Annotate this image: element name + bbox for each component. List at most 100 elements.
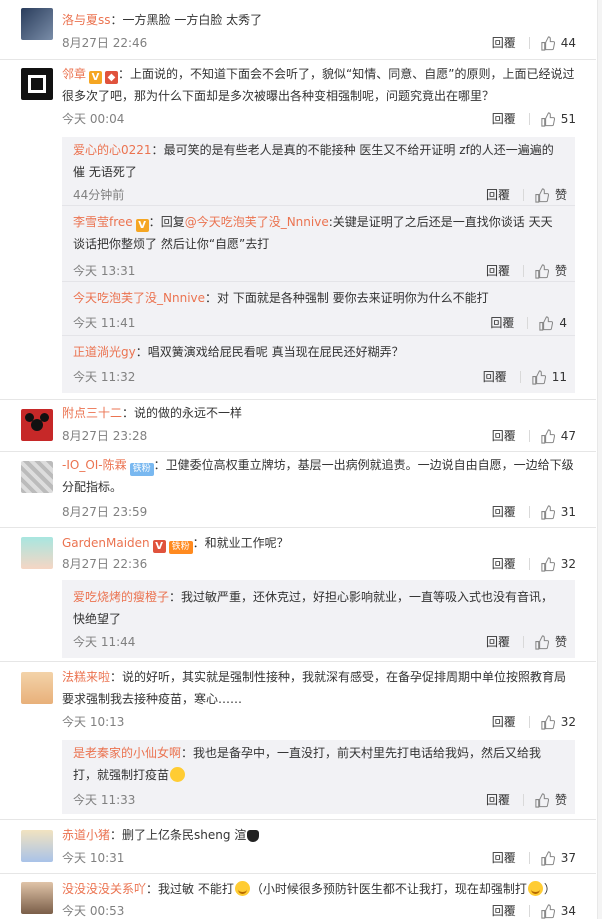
reply-actions: 回覆 赞 (486, 634, 567, 650)
username-link[interactable]: 是老秦家的小仙女啊 (73, 746, 181, 760)
fan-badge: 铁粉 (168, 541, 193, 554)
reply-actions: 回覆 4 (490, 315, 567, 331)
reply-button[interactable]: 回覆 (492, 850, 516, 866)
username-link[interactable]: 正道淌光gy (73, 345, 136, 359)
username-link[interactable]: 李雪莹free (73, 215, 133, 229)
avatar[interactable] (21, 409, 53, 441)
like-button[interactable]: 11 (531, 369, 567, 385)
comment-feed: 洛与夏ss：一方黑脸 一方白脸 太秀了 8月27日 22:46 回覆 44 邻章… (0, 0, 602, 919)
like-button[interactable]: 51 (540, 111, 576, 127)
avatar[interactable] (21, 8, 53, 40)
divider (528, 716, 530, 728)
comment-item: 赤道小猪：删了上亿条民sheng 渲 今天 10:31 回覆 37 (0, 820, 596, 874)
like-count: 34 (560, 904, 576, 918)
reply-button[interactable]: 回覆 (492, 111, 516, 127)
comment-actions: 回覆 32 (492, 556, 576, 572)
like-button[interactable]: 31 (540, 504, 576, 520)
reply-button[interactable]: 回覆 (492, 428, 516, 444)
avatar[interactable] (21, 830, 53, 862)
scrollbar[interactable] (597, 0, 602, 919)
like-button[interactable]: 赞 (534, 792, 567, 808)
comment-body: 没没没没关系吖：我过敏 不能打 （小时候很多预防针医生都不让我打，现在却强制打） (62, 881, 556, 896)
like-count: 赞 (554, 635, 567, 649)
like-button[interactable]: 4 (538, 315, 567, 331)
thumbs-up-icon (535, 263, 549, 279)
reply-body: 是老秦家的小仙女啊：我也是备孕中，一直没打，前天村里先打电话给我妈，然后又给我打… (73, 746, 542, 782)
reply-button[interactable]: 回覆 (486, 263, 510, 279)
username-link[interactable]: 邻章 (62, 67, 86, 81)
reply-button[interactable]: 回覆 (483, 369, 507, 385)
comment-actions: 回覆 31 (492, 504, 576, 520)
reply-button[interactable]: 回覆 (486, 187, 510, 203)
timestamp: 8月27日 23:28 (62, 429, 148, 443)
like-button[interactable]: 47 (540, 428, 576, 444)
username-link[interactable]: 法糕来啦 (62, 670, 110, 684)
timestamp: 8月27日 23:59 (62, 505, 148, 519)
like-button[interactable]: 34 (540, 903, 576, 919)
username-link[interactable]: 附点三十二 (62, 406, 122, 420)
thumbs-up-icon (541, 35, 555, 51)
reply-actions: 回覆 赞 (486, 792, 567, 808)
username-link[interactable]: 爱吃烧烤的瘦橙子 (73, 590, 169, 604)
reply-button[interactable]: 回覆 (492, 714, 516, 730)
like-button[interactable]: 赞 (534, 634, 567, 650)
thumbs-up-icon (541, 903, 555, 919)
reply-actions: 回覆 赞 (486, 187, 567, 203)
like-button[interactable]: 赞 (534, 187, 567, 203)
reply-body: 正道淌光gy：唱双簧演戏给屁民看呢 真当现在屁民还好糊弄？ (73, 345, 404, 359)
timestamp: 今天 11:41 (73, 316, 136, 330)
reply-list: 爱吃烧烤的瘦橙子：我过敏严重，还休克过，好担心影响就业，一直等吸入式也没有音讯，… (62, 580, 575, 658)
reply-button[interactable]: 回覆 (492, 35, 516, 51)
like-count: 赞 (554, 264, 567, 278)
mention-link[interactable]: @今天吃泡芙了没_Nnnive (185, 215, 329, 229)
reply-button[interactable]: 回覆 (486, 792, 510, 808)
reply-body: 爱心的心0221：最可笑的是有些老人是真的不能接种 医生又不给开证明 zf的人还… (73, 143, 554, 179)
username-link[interactable]: 赤道小猪 (62, 828, 110, 842)
avatar[interactable] (21, 461, 53, 493)
like-button[interactable]: 赞 (534, 263, 567, 279)
timestamp: 今天 13:31 (73, 264, 136, 278)
like-button[interactable]: 32 (540, 556, 576, 572)
username-link[interactable]: GardenMaiden (62, 536, 150, 550)
reply-button[interactable]: 回覆 (486, 634, 510, 650)
divider (522, 794, 524, 806)
verified-badge: V (89, 71, 103, 84)
thumbs-up-icon (541, 111, 555, 127)
reply-button[interactable]: 回覆 (492, 903, 516, 919)
reply-item: 爱心的心0221：最可笑的是有些老人是真的不能接种 医生又不给开证明 zf的人还… (62, 137, 575, 206)
username-link[interactable]: 没没没没关系吖 (62, 882, 146, 896)
comment-body: 附点三十二：说的做的永远不一样 (62, 406, 243, 420)
reply-list: 爱心的心0221：最可笑的是有些老人是真的不能接种 医生又不给开证明 zf的人还… (62, 137, 575, 393)
timestamp: 8月27日 22:46 (62, 36, 148, 50)
avatar[interactable] (21, 537, 53, 569)
avatar[interactable] (21, 882, 53, 914)
username-link[interactable]: 今天吃泡芙了没_Nnnive (73, 291, 205, 305)
reply-button[interactable]: 回覆 (492, 504, 516, 520)
reply-button[interactable]: 回覆 (492, 556, 516, 572)
username-link[interactable]: -IO_OI-陈霖 (62, 458, 127, 472)
reply-button[interactable]: 回覆 (490, 315, 514, 331)
fan-badge: 铁粉 (129, 463, 154, 476)
divider (522, 189, 524, 201)
reply-actions: 回覆 11 (483, 369, 567, 385)
divider (522, 636, 524, 648)
timestamp: 今天 00:04 (62, 112, 125, 126)
username-link[interactable]: 爱心的心0221 (73, 143, 152, 157)
timestamp: 今天 11:44 (73, 635, 136, 649)
reply-list: 是老秦家的小仙女啊：我也是备孕中，一直没打，前天村里先打电话给我妈，然后又给我打… (62, 740, 575, 814)
comment-item: GardenMaiden V 铁粉 ：和就业工作呢？ 8月27日 22:36 回覆 3… (0, 528, 596, 662)
avatar[interactable] (21, 68, 53, 100)
like-button[interactable]: 37 (540, 850, 576, 866)
timestamp: 今天 10:31 (62, 851, 125, 865)
avatar[interactable] (21, 672, 53, 704)
username-link[interactable]: 洛与夏ss (62, 13, 111, 27)
like-count: 31 (560, 505, 576, 519)
comment-actions: 回覆 47 (492, 428, 576, 444)
like-button[interactable]: 32 (540, 714, 576, 730)
like-button[interactable]: 44 (540, 35, 576, 51)
comment-actions: 回覆 44 (492, 35, 576, 51)
like-count: 赞 (554, 188, 567, 202)
crying-emoji-icon (234, 881, 250, 896)
divider (528, 558, 530, 570)
comment-actions: 回覆 37 (492, 850, 576, 866)
